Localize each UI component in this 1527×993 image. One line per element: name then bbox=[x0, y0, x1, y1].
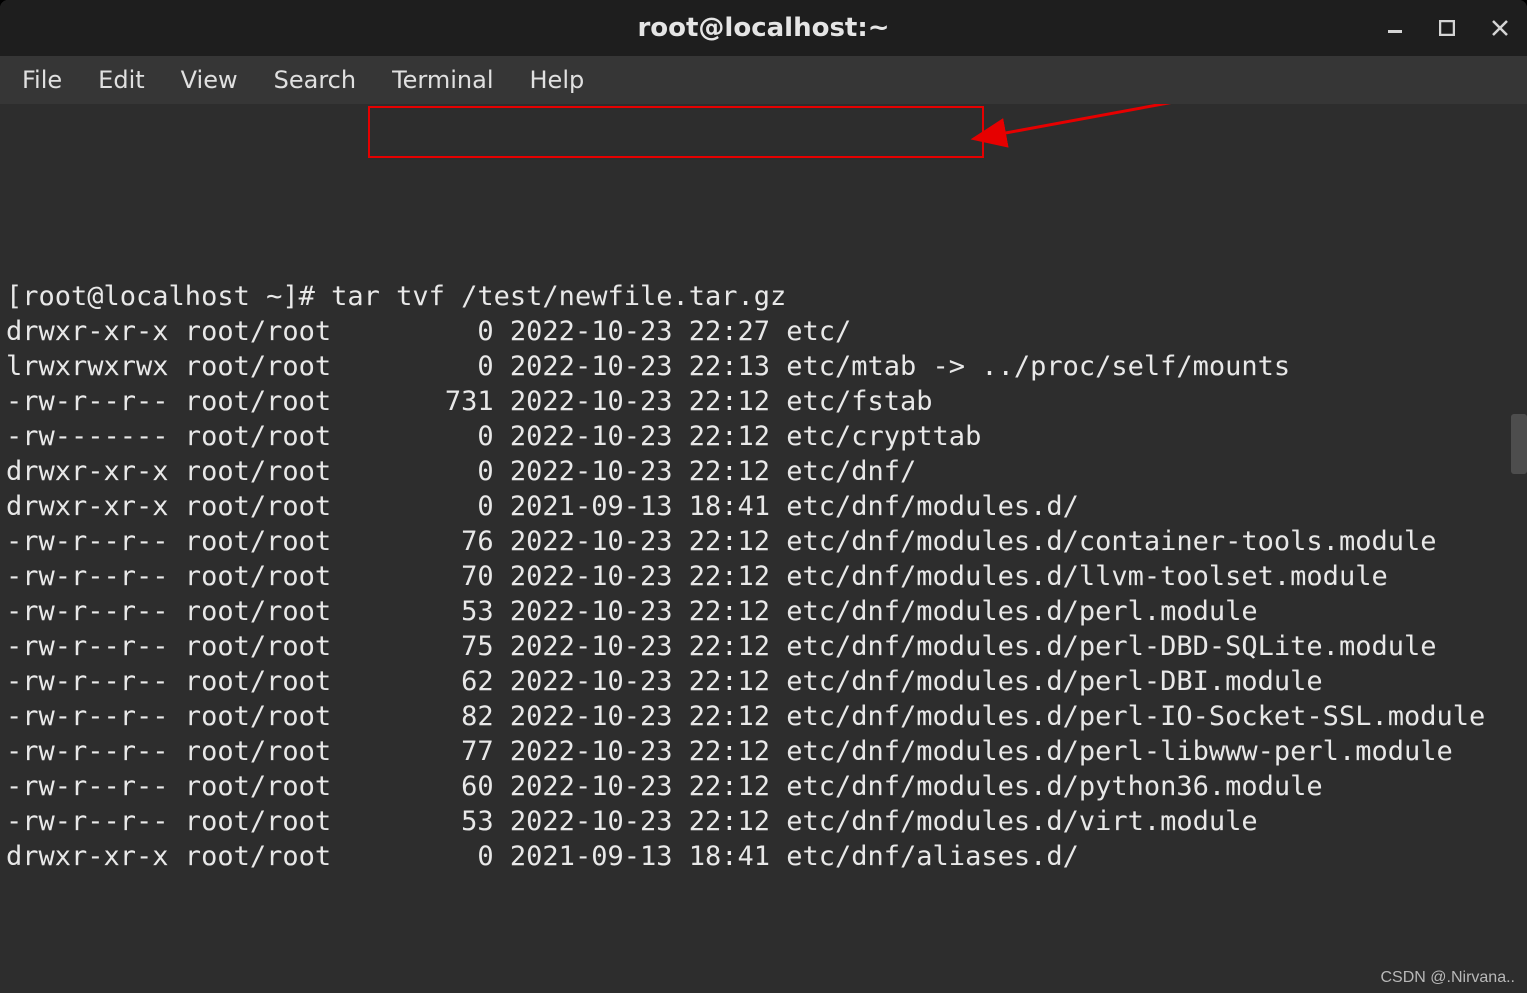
terminal-line: lrwxrwxrwx root/root 0 2022-10-23 22:13 … bbox=[6, 349, 1521, 384]
terminal-output-area[interactable]: [root@localhost ~]# tar tvf /test/newfil… bbox=[0, 104, 1527, 993]
terminal-window: root@localhost:~ File Edit View Search T… bbox=[0, 0, 1527, 993]
terminal-line: [root@localhost ~]# tar tvf /test/newfil… bbox=[6, 279, 1521, 314]
menu-file[interactable]: File bbox=[4, 60, 80, 100]
window-title: root@localhost:~ bbox=[637, 13, 889, 43]
maximize-icon[interactable] bbox=[1439, 20, 1455, 36]
scrollbar-thumb[interactable] bbox=[1511, 414, 1527, 474]
terminal-line: -rw-r--r-- root/root 731 2022-10-23 22:1… bbox=[6, 384, 1521, 419]
terminal-line: drwxr-xr-x root/root 0 2022-10-23 22:27 … bbox=[6, 314, 1521, 349]
terminal-line: -rw-r--r-- root/root 75 2022-10-23 22:12… bbox=[6, 629, 1521, 664]
terminal-line: drwxr-xr-x root/root 0 2021-09-13 18:41 … bbox=[6, 489, 1521, 524]
window-controls bbox=[1387, 19, 1509, 37]
menu-search[interactable]: Search bbox=[256, 60, 374, 100]
menu-view[interactable]: View bbox=[163, 60, 256, 100]
shell-prompt: [root@localhost ~]# bbox=[6, 281, 331, 312]
terminal-line: -rw-r--r-- root/root 82 2022-10-23 22:12… bbox=[6, 699, 1521, 734]
minimize-icon[interactable] bbox=[1387, 20, 1403, 36]
terminal-line: -rw-r--r-- root/root 53 2022-10-23 22:12… bbox=[6, 804, 1521, 839]
close-icon[interactable] bbox=[1491, 19, 1509, 37]
terminal-line: -rw-r--r-- root/root 76 2022-10-23 22:12… bbox=[6, 524, 1521, 559]
terminal-line: -rw-r--r-- root/root 77 2022-10-23 22:12… bbox=[6, 734, 1521, 769]
terminal-line: -rw------- root/root 0 2022-10-23 22:12 … bbox=[6, 419, 1521, 454]
terminal-line: -rw-r--r-- root/root 70 2022-10-23 22:12… bbox=[6, 559, 1521, 594]
terminal-line: drwxr-xr-x root/root 0 2021-09-13 18:41 … bbox=[6, 839, 1521, 874]
menu-terminal[interactable]: Terminal bbox=[374, 60, 511, 100]
terminal-line: drwxr-xr-x root/root 0 2022-10-23 22:12 … bbox=[6, 454, 1521, 489]
annotation-highlight-box bbox=[368, 106, 984, 158]
watermark-text: CSDN @.Nirvana.. bbox=[1381, 969, 1516, 987]
terminal-line: -rw-r--r-- root/root 53 2022-10-23 22:12… bbox=[6, 594, 1521, 629]
terminal-line: -rw-r--r-- root/root 60 2022-10-23 22:12… bbox=[6, 769, 1521, 804]
menu-edit[interactable]: Edit bbox=[80, 60, 162, 100]
menu-help[interactable]: Help bbox=[512, 60, 603, 100]
terminal-line: -rw-r--r-- root/root 62 2022-10-23 22:12… bbox=[6, 664, 1521, 699]
shell-command: tar tvf /test/newfile.tar.gz bbox=[331, 281, 786, 312]
titlebar: root@localhost:~ bbox=[0, 0, 1527, 56]
menubar: File Edit View Search Terminal Help bbox=[0, 56, 1527, 104]
